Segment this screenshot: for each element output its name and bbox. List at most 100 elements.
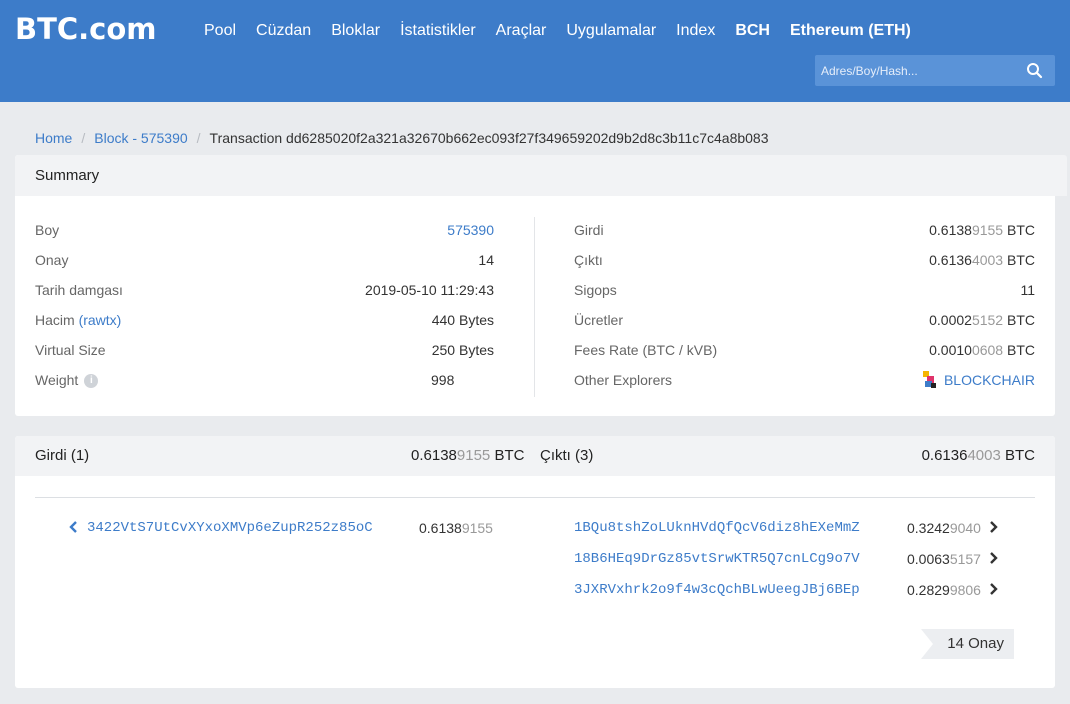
nav-bch[interactable]: BCH (725, 21, 780, 41)
vsize-unit: Bytes (458, 342, 494, 358)
confirmations-value: 14 (478, 252, 494, 268)
inputs-total-dim: 9155 (456, 447, 491, 464)
height-label: Boy (35, 222, 60, 238)
timestamp-value: 2019-05-10 11:29:43 (365, 282, 494, 298)
height-value-link[interactable]: 575390 (447, 222, 494, 238)
breadcrumb-home[interactable]: Home (35, 130, 72, 146)
fee-rate-dim: 0608 (971, 342, 1004, 358)
outputs-title: Çıktı (3) (540, 447, 594, 464)
size-unit: Bytes (458, 312, 494, 328)
size-number: 440 (431, 312, 456, 328)
fees-unit: BTC (1007, 312, 1035, 328)
transaction-header: Girdi (1) 0.61389155 BTC Çıktı (3) 0.613… (15, 436, 1055, 476)
inputs-value: 0.61389155 BTC (929, 222, 1035, 238)
weight-label: Weight i (35, 372, 99, 389)
weight-value: 998 (431, 372, 455, 388)
size-value: 440 Bytes (432, 312, 494, 328)
output-amount: 0.00635157 (907, 551, 981, 567)
inputs-total-main: 0.6138 (411, 447, 457, 464)
column-divider (534, 217, 535, 397)
search-input[interactable] (815, 55, 1015, 86)
outputs-total: 0.61364003 BTC (922, 436, 1035, 476)
output-amount-main: 0.2829 (907, 582, 950, 598)
rawtx-link[interactable]: (rawtx) (79, 312, 122, 328)
top-header: BTC.com Pool Cüzdan Bloklar İstatistikle… (0, 0, 1070, 102)
explorers-label: Other Explorers (574, 372, 673, 388)
nav-stats[interactable]: İstatistikler (390, 21, 486, 41)
confirmations-badge: 14 Onay (921, 629, 1014, 659)
breadcrumb-block[interactable]: Block - 575390 (94, 130, 187, 146)
outputs-amount-main: 0.6136 (929, 252, 972, 268)
transaction-card: Girdi (1) 0.61389155 BTC Çıktı (3) 0.613… (15, 436, 1055, 688)
fees-label: Ücretler (574, 312, 624, 328)
chevron-right-icon[interactable] (988, 583, 998, 595)
chevron-left-icon[interactable] (69, 521, 79, 533)
fees-value: 0.00025152 BTC (929, 312, 1035, 328)
output-address-link[interactable]: 3JXRVxhrk2o9f4w3cQchBLwUeegJBj6BEp (574, 582, 860, 598)
input-amount: 0.61389155 (419, 520, 493, 536)
btc-logo[interactable]: BTC.com (15, 12, 157, 46)
breadcrumb-separator: / (81, 130, 86, 146)
outputs-unit: BTC (1007, 252, 1035, 268)
summary-title: Summary (15, 155, 1067, 196)
input-amount-dim: 9155 (461, 520, 493, 536)
breadcrumb-separator: / (196, 130, 201, 146)
fee-rate-value: 0.00100608 BTC (929, 342, 1035, 358)
output-amount: 0.28299806 (907, 582, 981, 598)
fees-amount-main: 0.0002 (929, 312, 972, 328)
size-label-text: Hacim (35, 312, 75, 328)
output-amount-main: 0.0063 (907, 551, 950, 567)
nav-wallet[interactable]: Cüzdan (246, 21, 321, 41)
fee-rate-unit: BTC (1007, 342, 1035, 358)
vsize-value: 250 Bytes (432, 342, 494, 358)
sigops-label: Sigops (574, 282, 617, 298)
nav-pool[interactable]: Pool (194, 21, 246, 41)
input-address-link[interactable]: 3422VtS7UtCvXYxoXMVp6eZupR252z85oC (87, 520, 373, 536)
nav-tools[interactable]: Araçlar (486, 21, 557, 41)
fee-rate-label: Fees Rate (BTC / kVB) (574, 342, 718, 358)
blockchair-text: BLOCKCHAIR (943, 372, 1035, 388)
nav-blocks[interactable]: Bloklar (321, 21, 390, 41)
sigops-value: 11 (1020, 282, 1035, 298)
inputs-label: Girdi (574, 222, 604, 238)
chevron-right-icon[interactable] (988, 552, 998, 564)
vsize-label: Virtual Size (35, 342, 106, 358)
outputs-label: Çıktı (574, 252, 603, 268)
inputs-amount-main: 0.6138 (929, 222, 972, 238)
vsize-number: 250 (431, 342, 456, 358)
summary-card: Summary Boy 575390 Onay 14 Tarih damgası… (15, 155, 1067, 416)
nav-apps[interactable]: Uygulamalar (556, 21, 666, 41)
fee-rate-main: 0.0010 (929, 342, 972, 358)
weight-label-text: Weight (35, 372, 79, 388)
fees-amount-dim: 5152 (971, 312, 1004, 328)
output-address-link[interactable]: 18B6HEq9DrGz85vtSrwKTR5Q7cnLCg9o7V (574, 551, 860, 567)
inputs-amount-dim: 9155 (971, 222, 1004, 238)
inputs-total-unit: BTC (494, 447, 525, 464)
nav-index[interactable]: Index (666, 21, 725, 41)
inputs-total: 0.61389155 BTC (411, 436, 524, 476)
breadcrumb-current: Transaction dd6285020f2a321a32670b662ec0… (209, 130, 769, 146)
output-amount-dim: 9806 (949, 582, 981, 598)
info-icon[interactable]: i (84, 374, 99, 389)
outputs-amount-dim: 4003 (971, 252, 1004, 268)
output-amount-dim: 9040 (949, 520, 981, 536)
chevron-right-icon[interactable] (988, 521, 998, 533)
output-amount-dim: 5157 (949, 551, 981, 567)
nav-eth[interactable]: Ethereum (ETH) (780, 21, 921, 41)
search-box (815, 55, 1055, 86)
size-label: Hacim (rawtx) (35, 312, 121, 328)
outputs-total-main: 0.6136 (921, 447, 968, 464)
output-address-link[interactable]: 1BQu8tshZoLUknHVdQfQcV6diz8hEXeMmZ (574, 520, 860, 536)
timestamp-label: Tarih damgası (35, 282, 123, 298)
confirmations-label: Onay (35, 252, 69, 268)
blockchair-link[interactable]: BLOCKCHAIR (922, 370, 1035, 390)
output-amount-main: 0.3242 (907, 520, 950, 536)
main-nav: Pool Cüzdan Bloklar İstatistikler Araçla… (194, 21, 921, 41)
search-icon[interactable] (1026, 62, 1043, 79)
breadcrumb: Home / Block - 575390 / Transaction dd62… (35, 130, 769, 146)
outputs-value: 0.61364003 BTC (929, 252, 1035, 268)
outputs-total-dim: 4003 (967, 447, 1001, 464)
outputs-total-unit: BTC (1005, 447, 1035, 464)
output-amount: 0.32429040 (907, 520, 981, 536)
input-amount-main: 0.6138 (419, 520, 462, 536)
